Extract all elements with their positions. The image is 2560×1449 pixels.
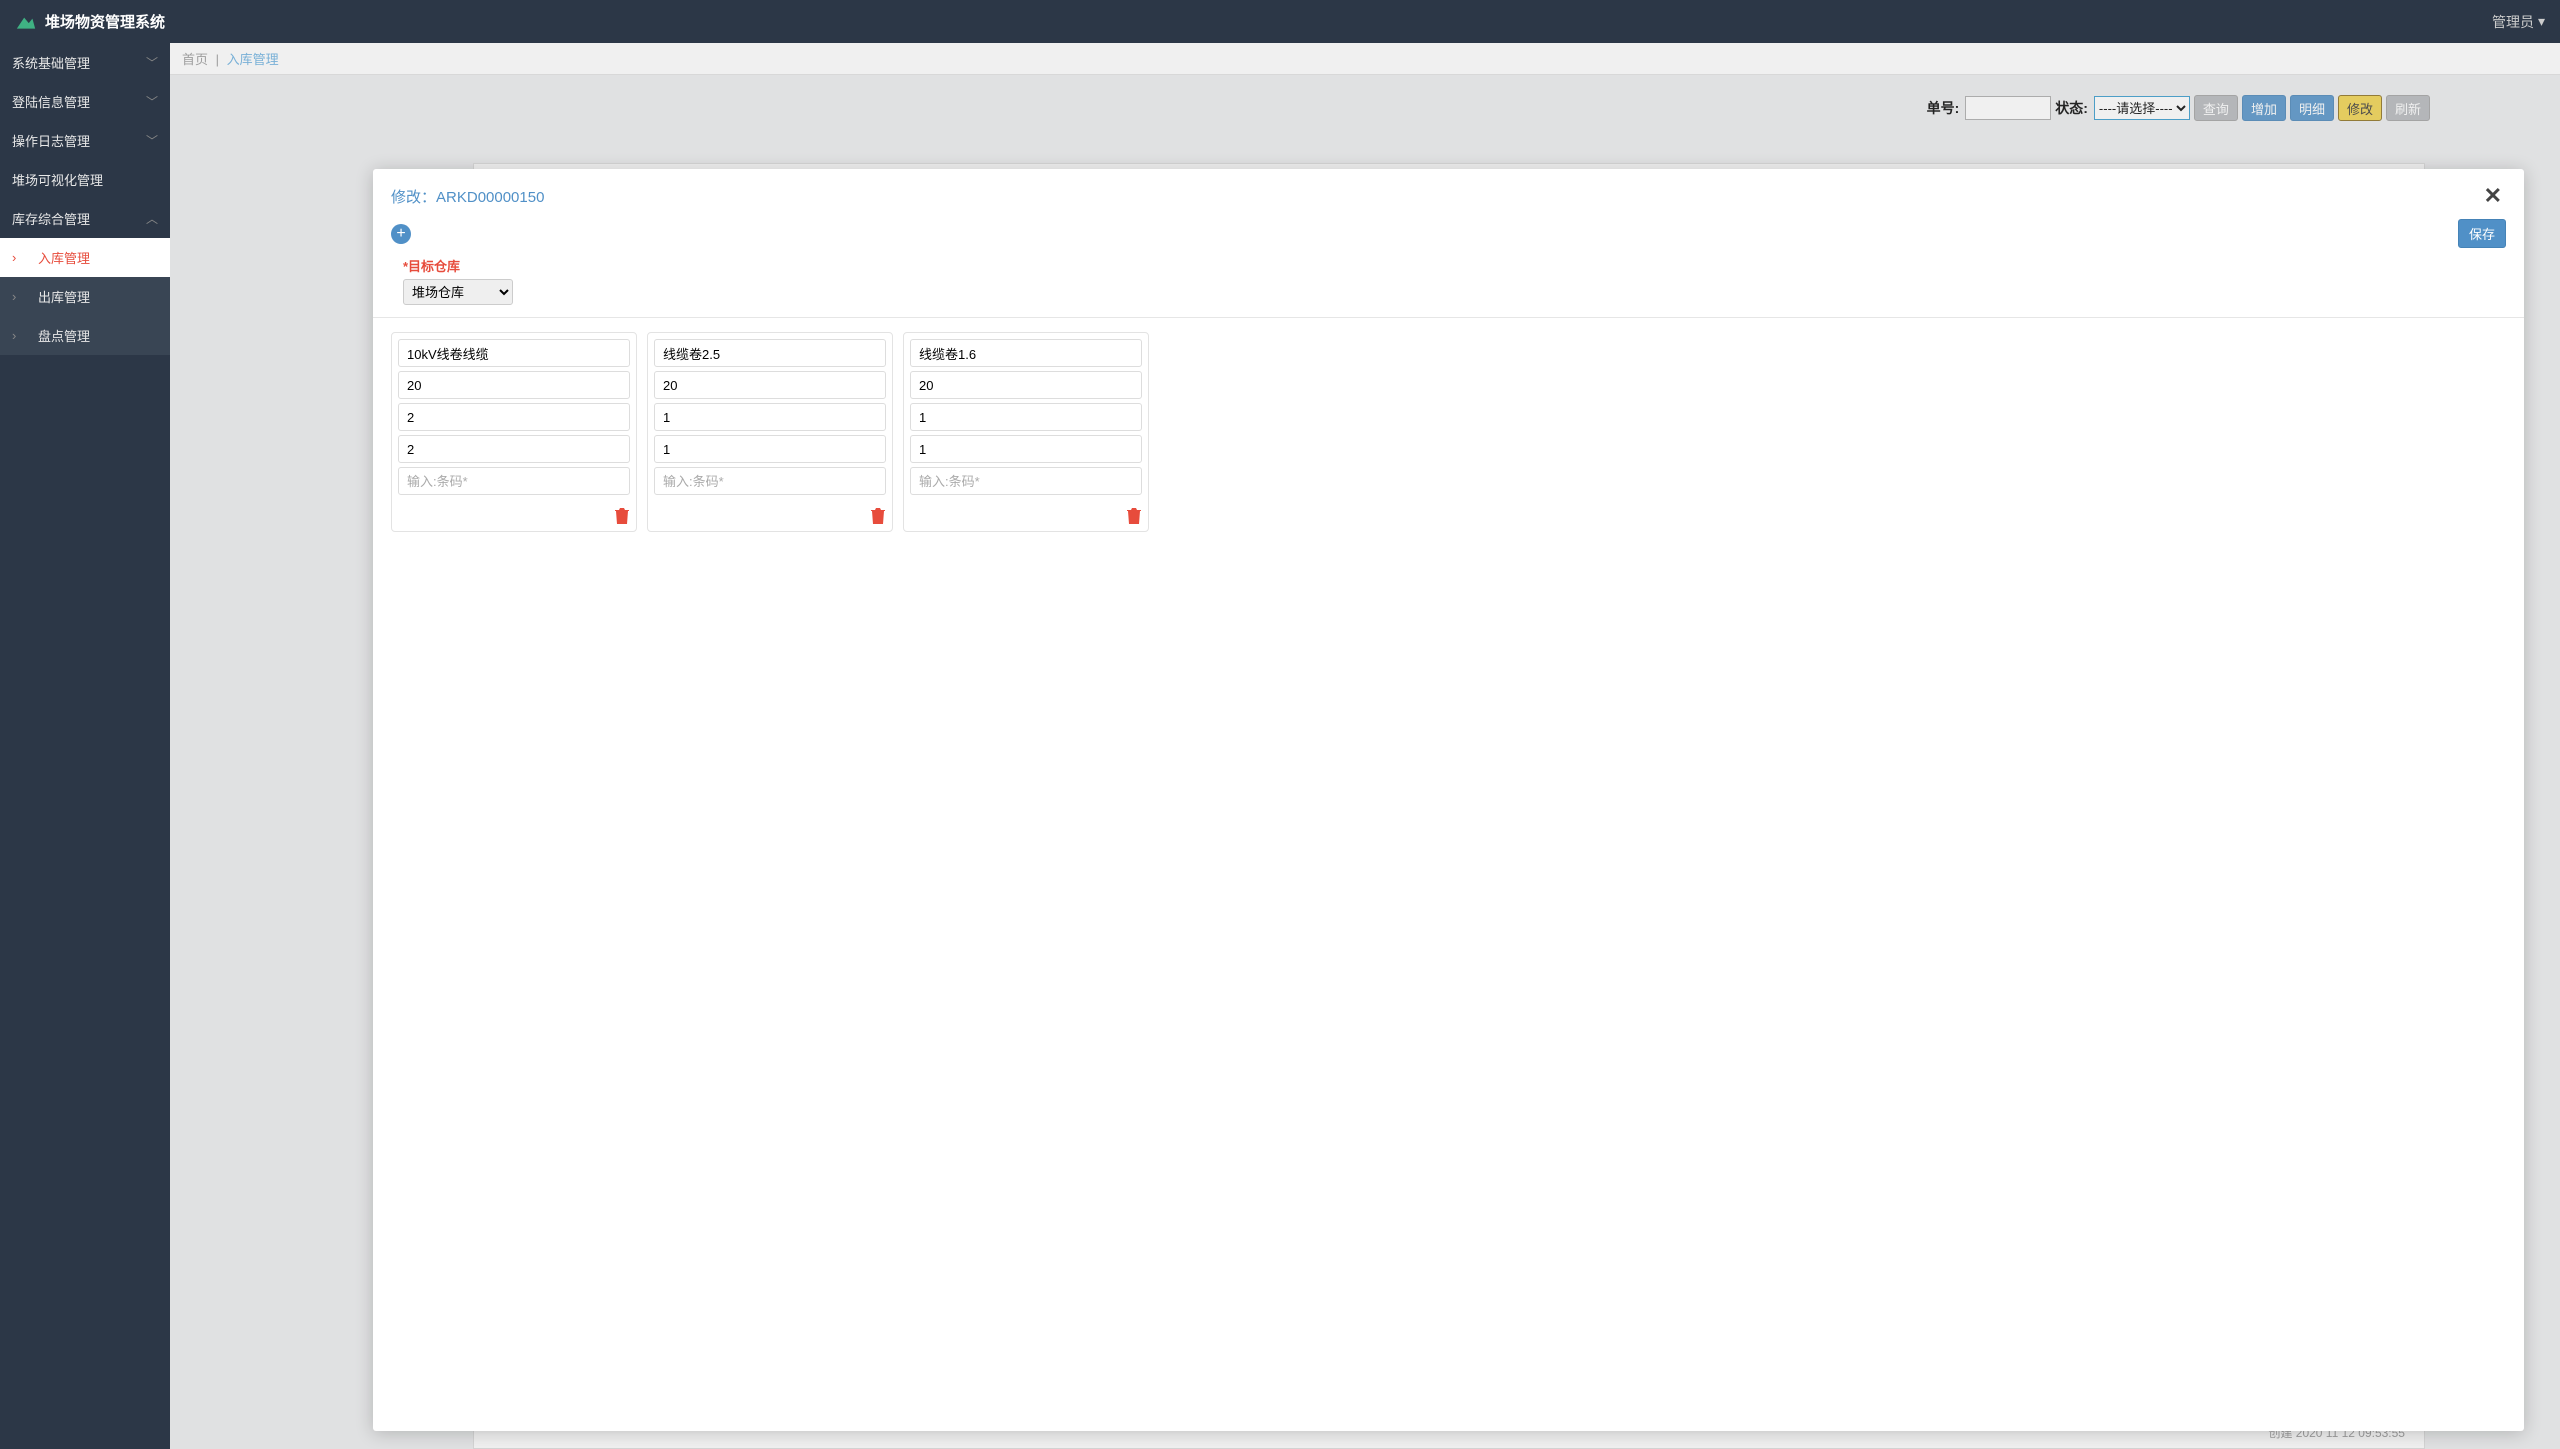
item-barcode-input[interactable] xyxy=(398,467,630,495)
item-barcode-input[interactable] xyxy=(910,467,1142,495)
target-warehouse-select[interactable]: 堆场仓库 xyxy=(403,279,513,305)
sidebar-item-label: 登陆信息管理 xyxy=(12,92,90,111)
sidebar-item-yard-vis[interactable]: 堆场可视化管理 xyxy=(0,160,170,199)
topbar: 堆场物资管理系统 管理员 ▾ xyxy=(0,0,2560,43)
chevron-down-icon: ﹀ xyxy=(146,93,158,110)
item-field-3[interactable] xyxy=(654,403,886,431)
trash-icon[interactable] xyxy=(1126,507,1142,525)
item-field-2[interactable] xyxy=(398,371,630,399)
save-button[interactable]: 保存 xyxy=(2458,219,2506,248)
sidebar-item-label: 出库管理 xyxy=(38,287,90,306)
item-field-4[interactable] xyxy=(398,435,630,463)
sidebar-item-label: 操作日志管理 xyxy=(12,131,90,150)
add-row-button[interactable]: + xyxy=(391,224,411,244)
target-warehouse-block: *目标仓库 堆场仓库 xyxy=(373,256,2524,318)
item-field-4[interactable] xyxy=(910,435,1142,463)
user-label: 管理员 xyxy=(2492,12,2534,32)
modify-modal: 修改：ARKD00000150 ✕ + 保存 *目标仓库 堆场仓库 xyxy=(373,169,2524,1431)
sidebar: 系统基础管理 ﹀ 登陆信息管理 ﹀ 操作日志管理 ﹀ 堆场可视化管理 库存综合管… xyxy=(0,43,170,1449)
item-cards xyxy=(373,318,2524,546)
main-content: 首页 | 入库管理 单号: 状态: ----请选择---- 查询 增加 明细 修… xyxy=(170,43,2560,1449)
modal-title: 修改：ARKD00000150 xyxy=(391,186,544,207)
sidebar-item-system-base[interactable]: 系统基础管理 ﹀ xyxy=(0,43,170,82)
user-menu[interactable]: 管理员 ▾ xyxy=(2492,12,2545,32)
sidebar-item-label: 库存综合管理 xyxy=(12,209,90,228)
sidebar-subitem-stocktake[interactable]: 盘点管理 xyxy=(0,316,170,355)
chevron-down-icon: ﹀ xyxy=(146,54,158,71)
sidebar-item-label: 盘点管理 xyxy=(38,326,90,345)
chevron-down-icon: ﹀ xyxy=(146,132,158,149)
logo-icon xyxy=(15,14,37,30)
item-name-input[interactable] xyxy=(910,339,1142,367)
sidebar-item-label: 入库管理 xyxy=(38,248,90,267)
app-title: 堆场物资管理系统 xyxy=(45,11,165,32)
sidebar-item-login-info[interactable]: 登陆信息管理 ﹀ xyxy=(0,82,170,121)
target-warehouse-label: *目标仓库 xyxy=(403,256,2506,275)
item-card xyxy=(391,332,637,532)
sidebar-item-label: 堆场可视化管理 xyxy=(12,170,103,189)
item-name-input[interactable] xyxy=(654,339,886,367)
sidebar-item-inventory[interactable]: 库存综合管理 ︿ xyxy=(0,199,170,238)
close-icon[interactable]: ✕ xyxy=(2480,183,2506,209)
item-field-4[interactable] xyxy=(654,435,886,463)
item-barcode-input[interactable] xyxy=(654,467,886,495)
app-logo: 堆场物资管理系统 xyxy=(15,11,165,32)
sidebar-item-op-log[interactable]: 操作日志管理 ﹀ xyxy=(0,121,170,160)
item-card xyxy=(903,332,1149,532)
item-field-3[interactable] xyxy=(910,403,1142,431)
caret-down-icon: ▾ xyxy=(2538,13,2545,30)
trash-icon[interactable] xyxy=(614,507,630,525)
sidebar-subitem-inbound[interactable]: 入库管理 xyxy=(0,238,170,277)
item-field-2[interactable] xyxy=(654,371,886,399)
item-field-2[interactable] xyxy=(910,371,1142,399)
modal-header: 修改：ARKD00000150 ✕ xyxy=(373,169,2524,219)
item-field-3[interactable] xyxy=(398,403,630,431)
sidebar-item-label: 系统基础管理 xyxy=(12,53,90,72)
modal-actionbar: + 保存 xyxy=(373,219,2524,256)
trash-icon[interactable] xyxy=(870,507,886,525)
item-name-input[interactable] xyxy=(398,339,630,367)
chevron-up-icon: ︿ xyxy=(146,210,158,227)
item-card xyxy=(647,332,893,532)
sidebar-subitem-outbound[interactable]: 出库管理 xyxy=(0,277,170,316)
